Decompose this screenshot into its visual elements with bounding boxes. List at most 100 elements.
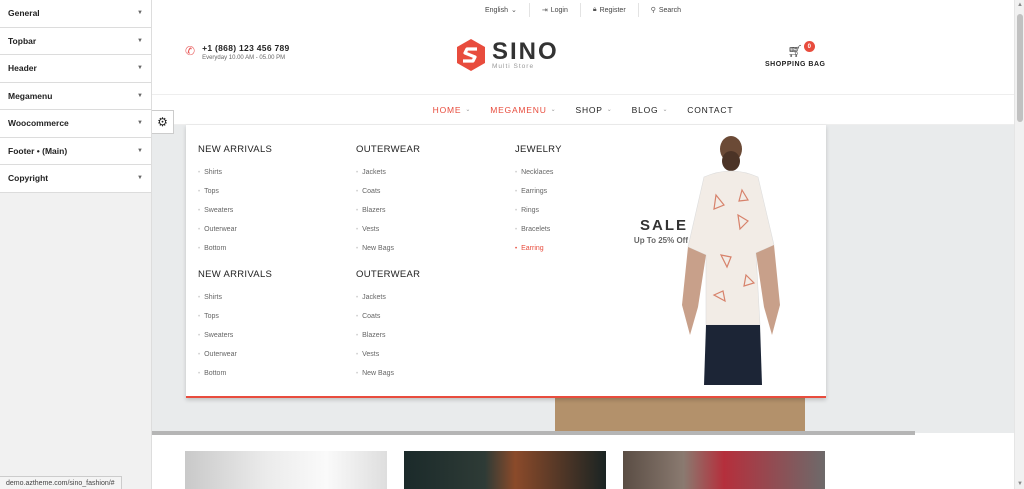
panel-item-woocommerce[interactable]: Woocommerce ▼ xyxy=(0,110,151,138)
mega-link[interactable]: Bracelets xyxy=(515,220,562,239)
mega-link-active[interactable]: Earring xyxy=(515,239,562,258)
nav-label: BLOG xyxy=(631,104,659,115)
mega-column: NEW ARRIVALS Shirts Tops Sweaters Outerw… xyxy=(198,269,272,383)
scroll-down-icon[interactable]: ▼ xyxy=(1017,481,1023,487)
mega-column: NEW ARRIVALS Shirts Tops Sweaters Outerw… xyxy=(198,144,272,258)
mega-column: OUTERWEAR Jackets Coats Blazers Vests Ne… xyxy=(356,269,420,383)
nav-blog[interactable]: BLOG ⌄ xyxy=(632,105,669,115)
mega-link[interactable]: Coats xyxy=(356,182,420,201)
panel-item-label: General xyxy=(8,8,40,19)
mega-link[interactable]: Necklaces xyxy=(515,163,562,182)
mega-link[interactable]: New Bags xyxy=(356,239,420,258)
caret-down-icon: ▼ xyxy=(137,92,143,99)
product-thumb[interactable] xyxy=(623,451,825,489)
product-thumb[interactable] xyxy=(185,451,387,489)
mega-column: OUTERWEAR Jackets Coats Blazers Vests Ne… xyxy=(356,144,420,258)
mega-link[interactable]: Tops xyxy=(198,182,272,201)
scroll-up-icon[interactable]: ▲ xyxy=(1017,2,1023,8)
register-label: Register xyxy=(599,6,626,14)
mega-link[interactable]: Rings xyxy=(515,201,562,220)
nav-contact[interactable]: CONTACT xyxy=(687,105,733,115)
model-image xyxy=(682,136,780,385)
panel-item-general[interactable]: General ▼ xyxy=(0,0,151,28)
lock-icon: 🔒︎ xyxy=(592,6,597,13)
language-select[interactable]: English ⌄ xyxy=(473,3,530,17)
register-link[interactable]: 🔒︎ Register xyxy=(581,3,639,17)
product-thumbnails xyxy=(185,451,825,489)
mega-link[interactable]: Jackets xyxy=(356,163,420,182)
mega-link[interactable]: Sweaters xyxy=(198,201,272,220)
panel-item-megamenu[interactable]: Megamenu ▼ xyxy=(0,82,151,110)
chevron-down-icon: ⌄ xyxy=(606,107,613,113)
mega-link[interactable]: Earrings xyxy=(515,182,562,201)
scrollbar-thumb[interactable] xyxy=(1017,14,1023,122)
mega-link[interactable]: Vests xyxy=(356,220,420,239)
main-nav: HOME ⌄ MEGAMENU ⌄ SHOP ⌄ BLOG ⌄ CONTACT xyxy=(152,94,1014,125)
mega-link[interactable]: Bottom xyxy=(198,239,272,258)
mega-link[interactable]: Vests xyxy=(356,345,420,364)
mega-link[interactable]: Blazers xyxy=(356,326,420,345)
nav-label: MEGAMENU xyxy=(490,104,547,115)
sign-in-icon: ⇥ xyxy=(541,7,548,14)
panel-item-footer-main[interactable]: Footer • (Main) ▼ xyxy=(0,137,151,165)
nav-label: HOME xyxy=(432,104,462,115)
product-thumb[interactable] xyxy=(404,451,606,489)
bag-count-badge: 0 xyxy=(803,41,815,52)
nav-megamenu[interactable]: MEGAMENU ⌄ xyxy=(490,105,556,115)
topbar: English ⌄ ⇥ Login 🔒︎ Register ⚲ Search xyxy=(152,0,1014,20)
mega-link[interactable]: Blazers xyxy=(356,201,420,220)
mega-column-title: OUTERWEAR xyxy=(356,144,421,155)
status-url: demo.aztheme.com/sino_fashion/# xyxy=(6,479,115,487)
mega-link[interactable]: New Bags xyxy=(356,364,420,383)
login-label: Login xyxy=(550,6,568,14)
shopping-bag-label: SHOPPING BAG xyxy=(765,61,826,68)
panel-item-label: Footer • (Main) xyxy=(8,145,68,156)
opening-hours: Everyday 10.00 AM - 05.00 PM xyxy=(202,55,286,61)
cart-icon: 🛒︎ 0 xyxy=(788,41,815,58)
phone-number: +1 (868) 123 456 789 xyxy=(202,43,290,53)
mega-link[interactable]: Jackets xyxy=(356,288,420,307)
login-link[interactable]: ⇥ Login xyxy=(530,3,581,17)
mega-column-title: OUTERWEAR xyxy=(356,269,421,280)
mega-column: JEWELRY Necklaces Earrings Rings Bracele… xyxy=(515,144,562,258)
chevron-down-icon: ⌄ xyxy=(510,7,517,14)
nav-label: SHOP xyxy=(575,104,603,115)
panel-item-label: Megamenu xyxy=(8,90,53,101)
browser-viewport: General ▼ Topbar ▼ Header ▼ Megamenu ▼ Wooco… xyxy=(0,0,1024,489)
phone-icon: ✆ xyxy=(185,44,196,58)
panel-item-topbar[interactable]: Topbar ▼ xyxy=(0,27,151,55)
browser-status-bar: demo.aztheme.com/sino_fashion/# xyxy=(0,476,122,489)
caret-down-icon: ▼ xyxy=(137,147,143,154)
mega-link[interactable]: Outerwear xyxy=(198,345,272,364)
search-icon: ⚲ xyxy=(650,7,656,14)
mega-link[interactable]: Coats xyxy=(356,307,420,326)
chevron-down-icon: ⌄ xyxy=(662,107,669,113)
search-label: Search xyxy=(658,6,681,14)
page-scrollbar[interactable]: ▲ ▼ xyxy=(1014,0,1024,489)
panel-item-label: Copyright xyxy=(8,173,49,184)
mega-link[interactable]: Sweaters xyxy=(198,326,272,345)
shopping-bag[interactable]: 🛒︎ 0 SHOPPING BAG xyxy=(765,41,826,68)
panel-item-label: Topbar xyxy=(8,35,37,46)
panel-item-copyright[interactable]: Copyright ▼ xyxy=(0,165,151,193)
caret-down-icon: ▼ xyxy=(137,37,143,44)
customizer-panel: General ▼ Topbar ▼ Header ▼ Megamenu ▼ Wooco… xyxy=(0,0,152,489)
panel-item-header[interactable]: Header ▼ xyxy=(0,55,151,83)
panel-item-label: Header xyxy=(8,63,37,74)
nav-home[interactable]: HOME ⌄ xyxy=(433,105,472,115)
caret-down-icon: ▼ xyxy=(137,175,143,182)
mega-link[interactable]: Tops xyxy=(198,307,272,326)
site-preview: English ⌄ ⇥ Login 🔒︎ Register ⚲ Search ✆ +1 … xyxy=(152,0,1014,489)
header-phone: ✆ +1 (868) 123 456 789 Everyday 10.00 AM… xyxy=(185,43,290,61)
mega-link[interactable]: Bottom xyxy=(198,364,272,383)
mega-link[interactable]: Outerwear xyxy=(198,220,272,239)
search-link[interactable]: ⚲ Search xyxy=(639,3,693,17)
mega-column-title: NEW ARRIVALS xyxy=(198,144,273,155)
mega-link[interactable]: Shirts xyxy=(198,163,272,182)
site-logo[interactable]: SINO Multi Store xyxy=(455,38,559,72)
mega-link[interactable]: Shirts xyxy=(198,288,272,307)
slider-progress-bar xyxy=(152,431,915,435)
nav-shop[interactable]: SHOP ⌄ xyxy=(575,105,612,115)
caret-down-icon: ▼ xyxy=(137,120,143,127)
customizer-toggle-gear-icon[interactable]: ⚙ xyxy=(152,110,174,134)
